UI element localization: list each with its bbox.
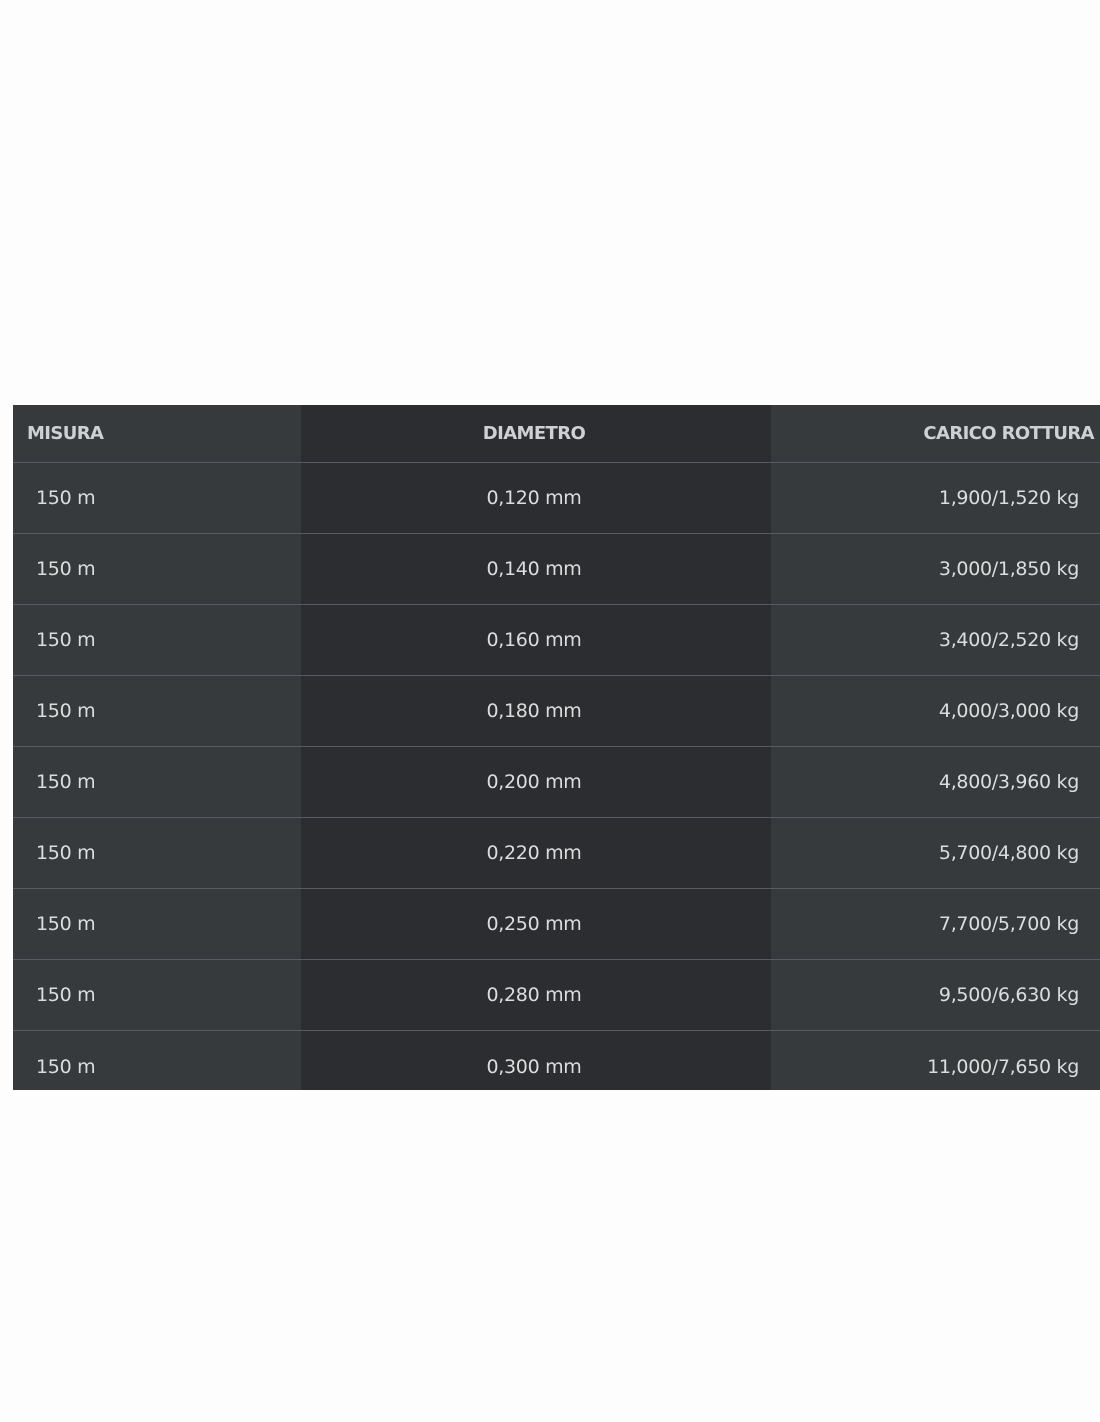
- cell-diametro: 0,250 mm: [301, 889, 771, 959]
- table-header-row: MISURA DIAMETRO CARICO ROTTURA: [13, 405, 1100, 463]
- cell-diametro: 0,220 mm: [301, 818, 771, 888]
- cell-carico-rottura: 4,000/3,000 kg: [771, 676, 1100, 746]
- cell-misura: 150 m: [13, 747, 301, 817]
- cell-diametro: 0,200 mm: [301, 747, 771, 817]
- page: MISURA DIAMETRO CARICO ROTTURA 150 m 0,1…: [0, 0, 1100, 1422]
- cell-carico-rottura: 5,700/4,800 kg: [771, 818, 1100, 888]
- cell-diametro: 0,280 mm: [301, 960, 771, 1030]
- header-carico-rottura: CARICO ROTTURA: [771, 405, 1100, 462]
- table-row: 150 m 0,160 mm 3,400/2,520 kg: [13, 605, 1100, 676]
- cell-carico-rottura: 11,000/7,650 kg: [771, 1031, 1100, 1090]
- cell-diametro: 0,120 mm: [301, 463, 771, 533]
- table-row: 150 m 0,250 mm 7,700/5,700 kg: [13, 889, 1100, 960]
- cell-diametro: 0,160 mm: [301, 605, 771, 675]
- cell-misura: 150 m: [13, 463, 301, 533]
- table-row: 150 m 0,140 mm 3,000/1,850 kg: [13, 534, 1100, 605]
- cell-carico-rottura: 9,500/6,630 kg: [771, 960, 1100, 1030]
- cell-misura: 150 m: [13, 960, 301, 1030]
- table-row: 150 m 0,200 mm 4,800/3,960 kg: [13, 747, 1100, 818]
- cell-misura: 150 m: [13, 605, 301, 675]
- cell-carico-rottura: 1,900/1,520 kg: [771, 463, 1100, 533]
- cell-misura: 150 m: [13, 818, 301, 888]
- cell-diametro: 0,180 mm: [301, 676, 771, 746]
- spec-table: MISURA DIAMETRO CARICO ROTTURA 150 m 0,1…: [13, 405, 1100, 1090]
- cell-misura: 150 m: [13, 534, 301, 604]
- header-diametro: DIAMETRO: [301, 405, 771, 462]
- header-misura: MISURA: [13, 405, 301, 462]
- cell-diametro: 0,140 mm: [301, 534, 771, 604]
- cell-diametro: 0,300 mm: [301, 1031, 771, 1090]
- table-row: 150 m 0,300 mm 11,000/7,650 kg: [13, 1031, 1100, 1090]
- table-row: 150 m 0,220 mm 5,700/4,800 kg: [13, 818, 1100, 889]
- cell-carico-rottura: 4,800/3,960 kg: [771, 747, 1100, 817]
- table-row: 150 m 0,280 mm 9,500/6,630 kg: [13, 960, 1100, 1031]
- cell-carico-rottura: 3,400/2,520 kg: [771, 605, 1100, 675]
- cell-carico-rottura: 7,700/5,700 kg: [771, 889, 1100, 959]
- table-row: 150 m 0,120 mm 1,900/1,520 kg: [13, 463, 1100, 534]
- table-row: 150 m 0,180 mm 4,000/3,000 kg: [13, 676, 1100, 747]
- cell-misura: 150 m: [13, 676, 301, 746]
- cell-misura: 150 m: [13, 889, 301, 959]
- cell-carico-rottura: 3,000/1,850 kg: [771, 534, 1100, 604]
- cell-misura: 150 m: [13, 1031, 301, 1090]
